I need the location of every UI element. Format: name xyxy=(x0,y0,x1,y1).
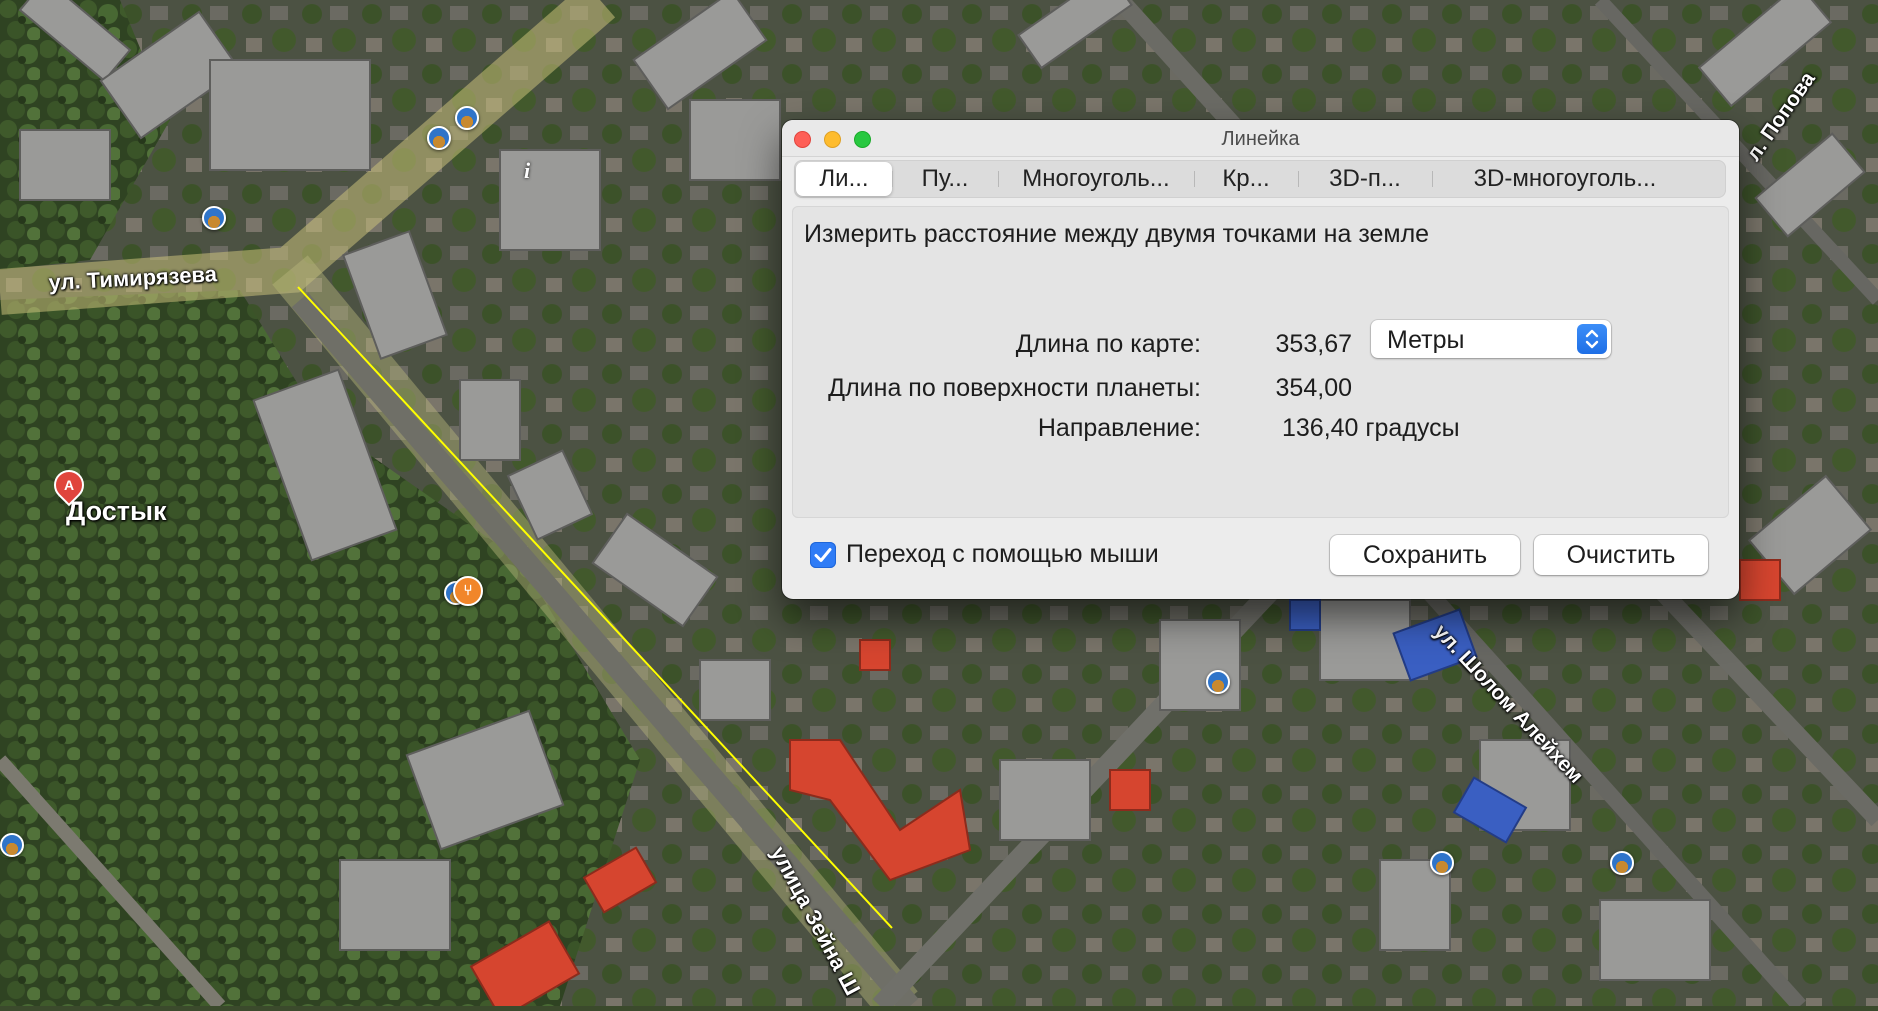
window-title: Линейка xyxy=(1221,128,1300,150)
restaurant-pin-icon[interactable]: ⑂ xyxy=(453,576,483,606)
save-button[interactable]: Сохранить xyxy=(1330,535,1520,575)
unit-select-value: Метры xyxy=(1387,326,1465,354)
chevron-up-down-icon xyxy=(1577,324,1607,354)
map-length-value: 353,67 xyxy=(1275,330,1352,358)
window-titlebar[interactable]: Линейка xyxy=(782,120,1739,157)
photo-pin-icon[interactable] xyxy=(0,833,24,857)
checkmark-icon xyxy=(814,548,832,562)
place-label-dostyk[interactable]: Достык xyxy=(66,496,167,527)
tab-3d-path[interactable]: 3D-п... xyxy=(1298,162,1432,196)
tab-path[interactable]: Пу... xyxy=(892,162,998,196)
tab-line[interactable]: Ли... xyxy=(796,162,892,196)
tab-3d-polygon[interactable]: 3D-многоуголь... xyxy=(1432,162,1698,196)
photo-pin-icon[interactable] xyxy=(202,206,226,230)
surface-length-value: 354,00 xyxy=(1275,374,1352,402)
measurement-tabs: Ли... Пу... Многоуголь... Кр... 3D-п... … xyxy=(794,160,1726,198)
heading-value: 136,40 градусы xyxy=(1282,414,1460,442)
clear-button[interactable]: Очистить xyxy=(1534,535,1708,575)
heading-label: Направление: xyxy=(1037,414,1201,442)
ruler-window: Линейка Ли... Пу... Многоуголь... Кр... … xyxy=(782,120,1739,599)
unit-select[interactable]: Метры xyxy=(1371,320,1611,358)
mouse-navigation-label[interactable]: Переход с помощью мыши xyxy=(846,540,1159,569)
photo-pin-icon[interactable] xyxy=(1610,851,1634,875)
tool-description: Измерить расстояние между двумя точками … xyxy=(804,220,1430,248)
photo-pin-icon[interactable] xyxy=(427,126,451,150)
photo-pin-icon[interactable] xyxy=(1430,851,1454,875)
mouse-navigation-checkbox[interactable] xyxy=(810,542,836,568)
tab-circle[interactable]: Кр... xyxy=(1194,162,1298,196)
info-pin-icon[interactable]: i xyxy=(524,158,542,184)
tab-polygon[interactable]: Многоуголь... xyxy=(998,162,1194,196)
measurement-panel: Измерить расстояние между двумя точками … xyxy=(792,206,1729,518)
photo-pin-icon[interactable] xyxy=(1206,670,1230,694)
window-footer: Переход с помощью мыши Сохранить Очистит… xyxy=(782,518,1739,599)
photo-pin-icon[interactable] xyxy=(455,106,479,130)
